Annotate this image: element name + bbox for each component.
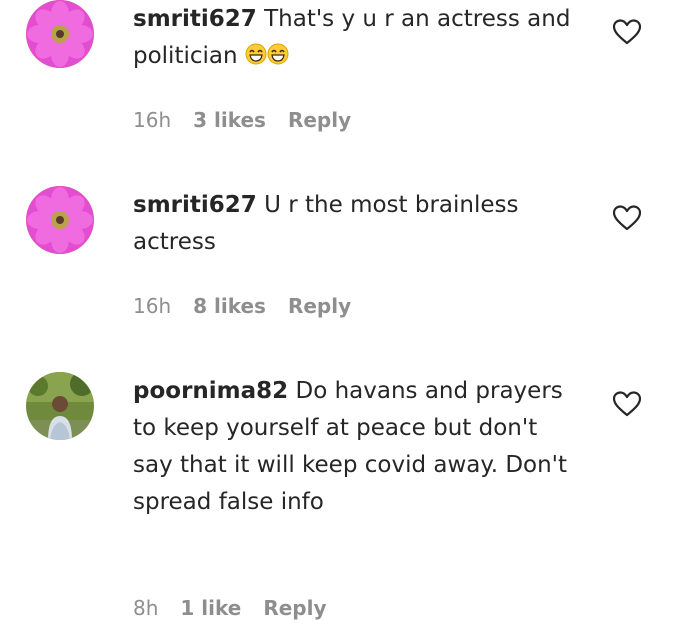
heart-icon[interactable] (613, 391, 641, 417)
reply-button[interactable]: Reply (288, 294, 351, 318)
username-link[interactable]: smriti627 (133, 192, 257, 218)
comment-meta: 16h 8 likes Reply (133, 294, 373, 318)
username-link[interactable]: poornima82 (133, 378, 288, 404)
reply-button[interactable]: Reply (263, 596, 326, 620)
person-photo-avatar-icon (26, 372, 94, 440)
likes-count-link[interactable]: 3 likes (193, 108, 266, 132)
grin-sweat-emoji-icon (245, 40, 289, 77)
likes-count-link[interactable]: 1 like (180, 596, 241, 620)
heart-icon[interactable] (613, 19, 641, 45)
comment-text: smriti627 U r the most brainless actress (133, 187, 573, 261)
comment-text: poornima82 Do havans and prayers to keep… (133, 373, 573, 521)
user-avatar[interactable] (26, 0, 94, 68)
comment-time: 16h (133, 108, 172, 132)
comment-text: smriti627 That's y u r an actress and po… (133, 1, 573, 77)
reply-button[interactable]: Reply (288, 108, 351, 132)
heart-icon[interactable] (613, 205, 641, 231)
comment-meta: 8h 1 like Reply (133, 596, 349, 620)
comment-time: 16h (133, 294, 172, 318)
pink-flower-avatar-icon (26, 186, 94, 254)
username-link[interactable]: smriti627 (133, 6, 257, 32)
likes-count-link[interactable]: 8 likes (193, 294, 266, 318)
pink-flower-avatar-icon (26, 0, 94, 68)
user-avatar[interactable] (26, 372, 94, 440)
comment-meta: 16h 3 likes Reply (133, 108, 373, 132)
user-avatar[interactable] (26, 186, 94, 254)
comment-time: 8h (133, 596, 159, 620)
